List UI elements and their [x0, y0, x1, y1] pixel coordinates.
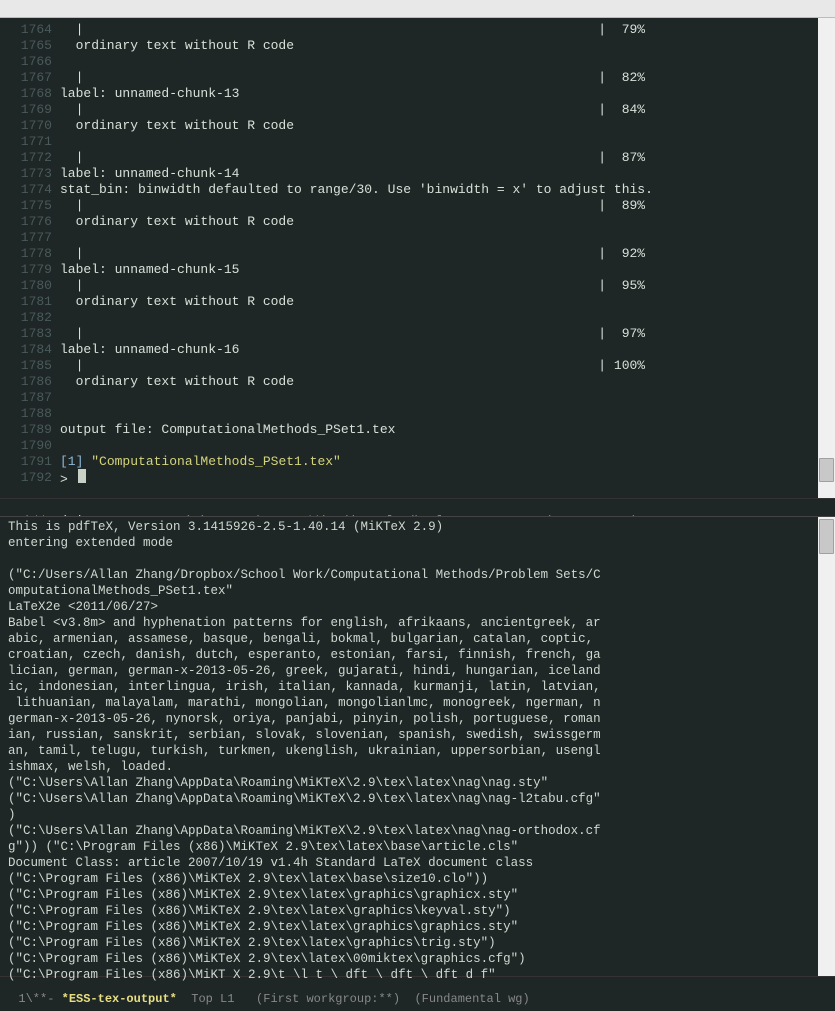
line-number: 1778	[0, 246, 60, 262]
editor-line[interactable]: 1790	[0, 438, 835, 454]
editor-line[interactable]: 1786 ordinary text without R code	[0, 374, 835, 390]
line-content: | | 82%	[60, 70, 645, 86]
line-content: ordinary text without R code	[60, 38, 294, 54]
editor-line[interactable]: 1777	[0, 230, 835, 246]
line-content: | | 95%	[60, 278, 645, 294]
editor-line[interactable]: 1789output file: ComputationalMethods_PS…	[0, 422, 835, 438]
bottom-scrollbar[interactable]	[818, 517, 835, 976]
bottom-editor-pane[interactable]: This is pdfTeX, Version 3.1415926-2.5-1.…	[0, 516, 835, 976]
line-number: 1767	[0, 70, 60, 86]
line-content: >	[60, 469, 86, 488]
editor-line[interactable]: 1765 ordinary text without R code	[0, 38, 835, 54]
line-number: 1792	[0, 470, 60, 486]
modeline-info: Top L1 (First workgroup:**) (Fundamental…	[177, 992, 530, 1006]
line-number: 1780	[0, 278, 60, 294]
top-scrollbar[interactable]	[818, 18, 835, 498]
line-number: 1764	[0, 22, 60, 38]
editor-line[interactable]: 1771	[0, 134, 835, 150]
line-number: 1774	[0, 182, 60, 198]
editor-line[interactable]: 1775 | | 89%	[0, 198, 835, 214]
editor-line[interactable]: 1772 | | 87%	[0, 150, 835, 166]
line-content: ordinary text without R code	[60, 294, 294, 310]
line-number: 1766	[0, 54, 60, 70]
line-number: 1775	[0, 198, 60, 214]
editor-line[interactable]: 1781 ordinary text without R code	[0, 294, 835, 310]
line-number: 1791	[0, 454, 60, 470]
line-content: ordinary text without R code	[60, 214, 294, 230]
editor-line[interactable]: 1787	[0, 390, 835, 406]
line-number: 1770	[0, 118, 60, 134]
top-modeline: 1\**- *R* Bot L1792 (First workgroup:**)…	[0, 498, 835, 516]
editor-line[interactable]: 1788	[0, 406, 835, 422]
line-content: ordinary text without R code	[60, 118, 294, 134]
line-content: | | 97%	[60, 326, 645, 342]
line-content: | | 84%	[60, 102, 645, 118]
editor-line[interactable]: 1770 ordinary text without R code	[0, 118, 835, 134]
line-number: 1788	[0, 406, 60, 422]
line-content: output file: ComputationalMethods_PSet1.…	[60, 422, 395, 438]
editor-line[interactable]: 1769 | | 84%	[0, 102, 835, 118]
modeline-modified: 1\**-	[18, 992, 61, 1006]
editor-line[interactable]: 1780 | | 95%	[0, 278, 835, 294]
line-number: 1769	[0, 102, 60, 118]
line-number: 1787	[0, 390, 60, 406]
line-number: 1765	[0, 38, 60, 54]
line-content: label: unnamed-chunk-13	[60, 86, 239, 102]
editor-line[interactable]: 1792>	[0, 470, 835, 486]
line-number: 1768	[0, 86, 60, 102]
line-number: 1777	[0, 230, 60, 246]
editor-line[interactable]: 1784label: unnamed-chunk-16	[0, 342, 835, 358]
cursor	[78, 469, 86, 483]
line-content: ordinary text without R code	[60, 374, 294, 390]
line-number: 1782	[0, 310, 60, 326]
line-number: 1772	[0, 150, 60, 166]
window-title-bar	[0, 0, 835, 18]
editor-line[interactable]: 1767 | | 82%	[0, 70, 835, 86]
editor-line[interactable]: 1779label: unnamed-chunk-15	[0, 262, 835, 278]
editor-line[interactable]: 1776 ordinary text without R code	[0, 214, 835, 230]
line-content: | | 100%	[60, 358, 645, 374]
line-number: 1783	[0, 326, 60, 342]
line-content: | | 89%	[60, 198, 645, 214]
line-content: label: unnamed-chunk-15	[60, 262, 239, 278]
top-editor-pane[interactable]: 1764 | | 79%1765 ordinary text without R…	[0, 18, 835, 498]
line-number: 1790	[0, 438, 60, 454]
line-number: 1786	[0, 374, 60, 390]
editor-line[interactable]: 1778 | | 92%	[0, 246, 835, 262]
line-number: 1773	[0, 166, 60, 182]
line-content: label: unnamed-chunk-14	[60, 166, 239, 182]
line-content: label: unnamed-chunk-16	[60, 342, 239, 358]
line-content: stat_bin: binwidth defaulted to range/30…	[60, 182, 653, 198]
line-number: 1781	[0, 294, 60, 310]
r-process-buffer[interactable]: 1764 | | 79%1765 ordinary text without R…	[0, 18, 835, 490]
line-content: [1] "ComputationalMethods_PSet1.tex"	[60, 454, 341, 470]
editor-line[interactable]: 1783 | | 97%	[0, 326, 835, 342]
line-content: | | 87%	[60, 150, 645, 166]
scrollbar-thumb[interactable]	[819, 458, 834, 482]
editor-line[interactable]: 1782	[0, 310, 835, 326]
editor-line[interactable]: 1791[1] "ComputationalMethods_PSet1.tex"	[0, 454, 835, 470]
line-number: 1771	[0, 134, 60, 150]
line-number: 1784	[0, 342, 60, 358]
line-number: 1779	[0, 262, 60, 278]
line-content: | | 92%	[60, 246, 645, 262]
line-number: 1785	[0, 358, 60, 374]
line-number: 1789	[0, 422, 60, 438]
scrollbar-thumb[interactable]	[819, 519, 834, 554]
editor-line[interactable]: 1768label: unnamed-chunk-13	[0, 86, 835, 102]
editor-line[interactable]: 1785 | | 100%	[0, 358, 835, 374]
line-content: | | 79%	[60, 22, 645, 38]
editor-line[interactable]: 1774stat_bin: binwidth defaulted to rang…	[0, 182, 835, 198]
buffer-name: *ESS-tex-output*	[62, 992, 177, 1006]
line-number: 1776	[0, 214, 60, 230]
editor-line[interactable]: 1764 | | 79%	[0, 22, 835, 38]
editor-line[interactable]: 1766	[0, 54, 835, 70]
editor-line[interactable]: 1773label: unnamed-chunk-14	[0, 166, 835, 182]
tex-output-buffer[interactable]: This is pdfTeX, Version 3.1415926-2.5-1.…	[0, 517, 835, 985]
